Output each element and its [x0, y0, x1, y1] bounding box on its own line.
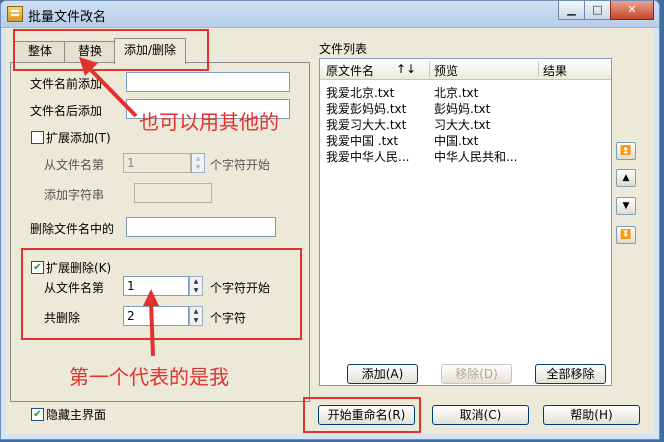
arrow-to-tabs: [84, 63, 138, 118]
annotation-first-char: 第一个代表的是我: [69, 365, 229, 389]
arrowhead-icon: [143, 289, 159, 306]
rename-dialog: 批量文件改名 ▁ □ ✕ 整体 替换 添加/删除 文件名前添加 文件名后添加 扩…: [0, 0, 660, 440]
annotation-other-tabs: 也可以用其他的: [139, 110, 279, 134]
tab-add-delete[interactable]: 添加/删除: [114, 38, 186, 64]
arrow-to-first-char: [149, 300, 155, 357]
